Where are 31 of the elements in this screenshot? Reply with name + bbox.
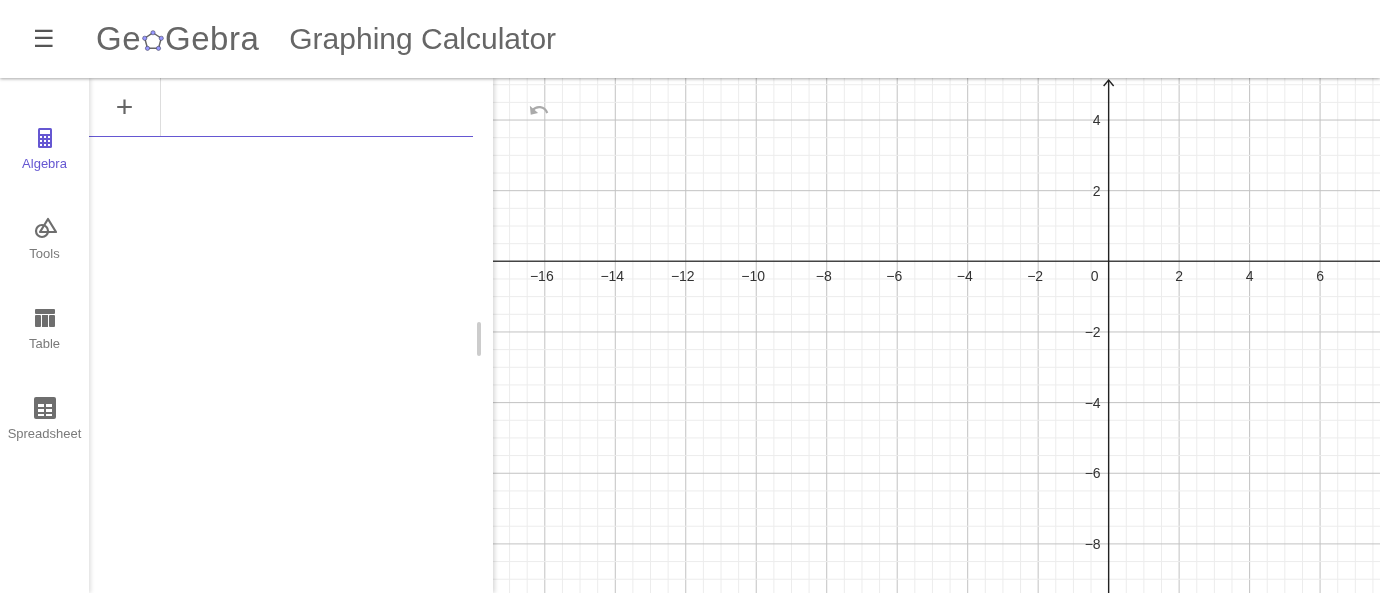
tick-label: 4: [1245, 268, 1254, 285]
app-title: Graphing Calculator: [289, 22, 557, 56]
tick-label: −2: [1027, 268, 1044, 285]
add-button[interactable]: +: [89, 78, 161, 136]
sidebar-item[interactable]: Table: [0, 302, 89, 392]
tick-label: 2: [1175, 268, 1184, 285]
origin-label: 0: [1090, 268, 1099, 285]
tick-label: 4: [1092, 112, 1101, 129]
sidebar-item[interactable]: Tools: [0, 212, 89, 302]
tick-label: −2: [1084, 323, 1101, 340]
tick-label: −8: [1084, 535, 1101, 552]
menu-button[interactable]: ☰: [30, 25, 58, 53]
tick-label: −4: [956, 268, 973, 285]
logo-text: Gebra: [165, 20, 260, 58]
logo-text: Ge: [96, 20, 142, 58]
sidebar-item[interactable]: Spreadsheet: [0, 392, 89, 482]
spreadsheet-icon: [32, 396, 57, 420]
tick-label: −6: [886, 268, 903, 285]
tick-label: −10: [741, 268, 766, 285]
sidebar-item[interactable]: Algebra: [0, 122, 89, 212]
tick-label: −6: [1084, 465, 1101, 482]
table-icon: [32, 306, 57, 330]
tick-label: −8: [815, 268, 832, 285]
tick-label: 6: [1316, 268, 1324, 285]
tick-label: −4: [1084, 394, 1101, 411]
tick-label: −14: [600, 268, 625, 285]
tick-label: −16: [529, 268, 554, 285]
tick-label: 2: [1092, 182, 1101, 199]
tick-label: −12: [670, 268, 695, 285]
resize-handle[interactable]: [477, 322, 481, 356]
pentagon-logo-icon: [142, 30, 165, 52]
